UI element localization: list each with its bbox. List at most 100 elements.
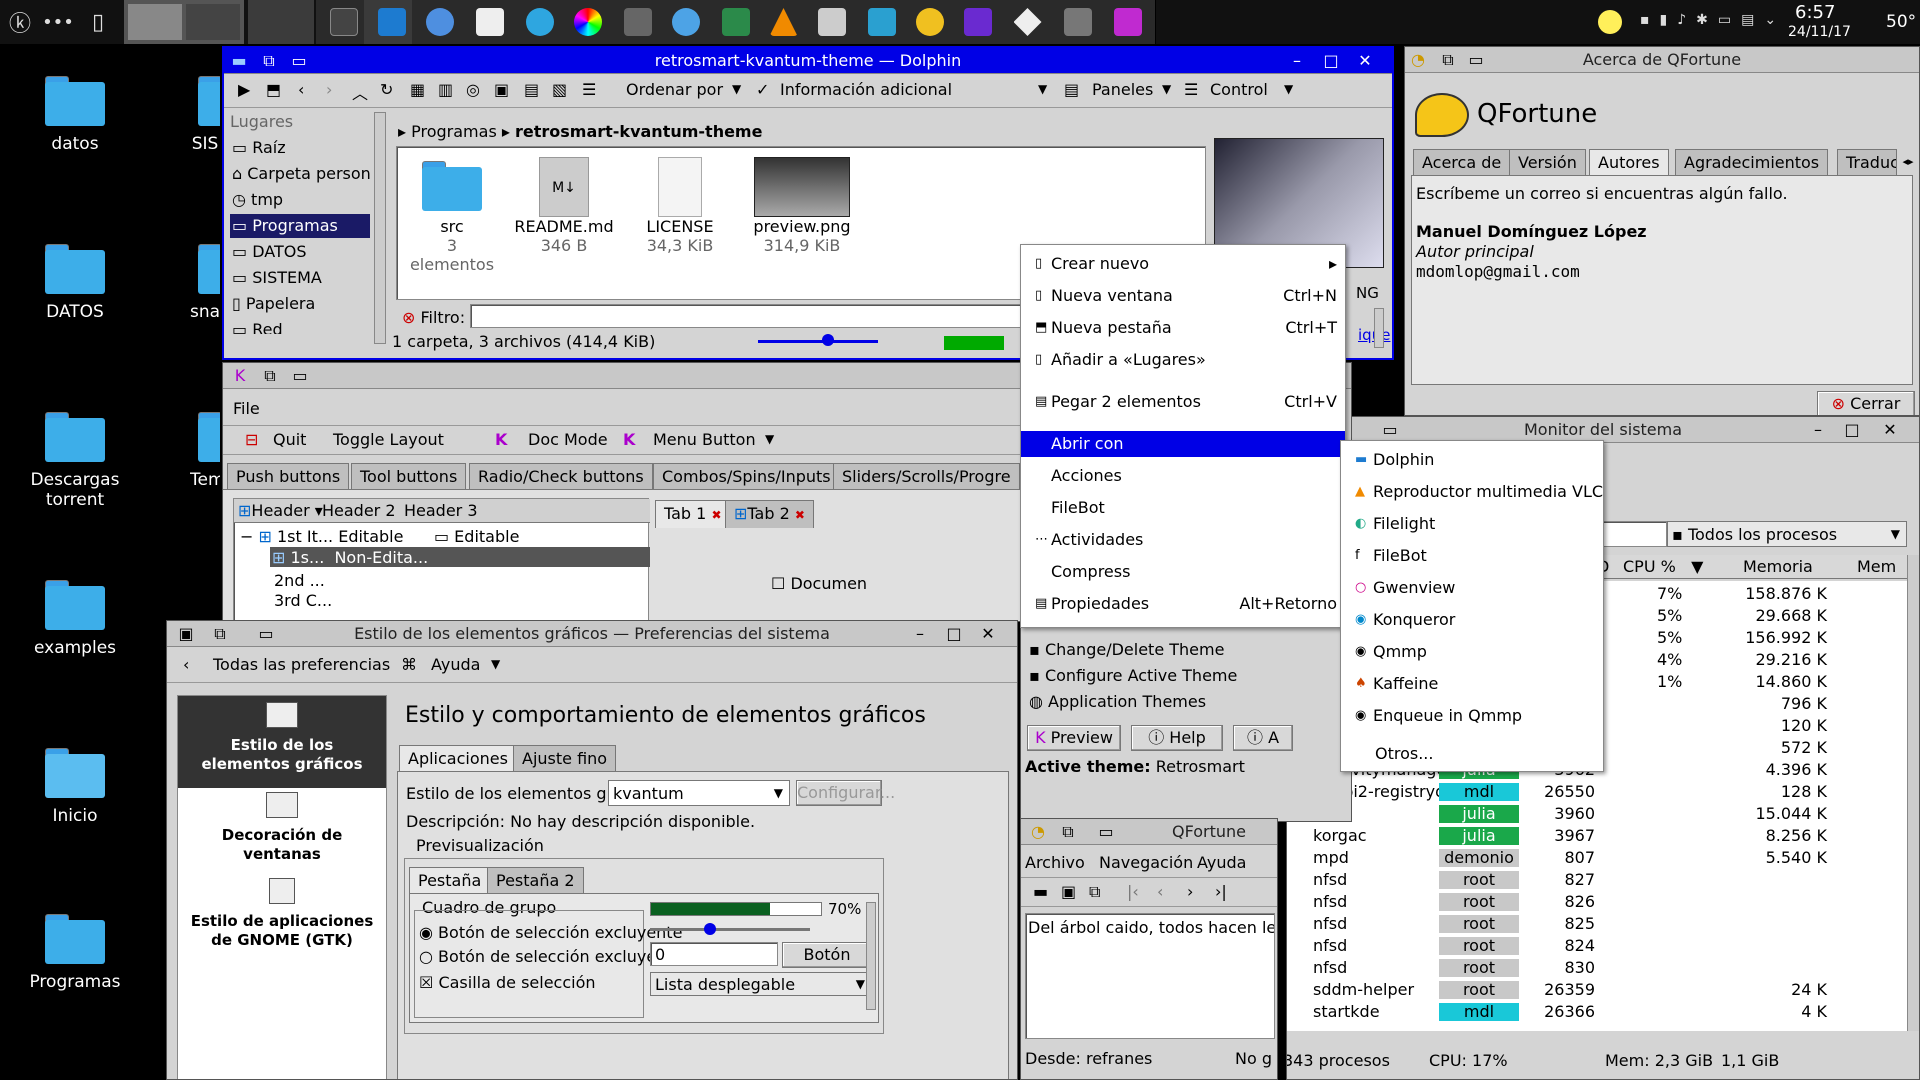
breadcrumb[interactable]: ▸ Programas ▸ retrosmart-kvantum-theme (398, 122, 762, 141)
kvmgr-item-apps[interactable]: ◍ Application Themes (1023, 689, 1273, 715)
table-row[interactable]: kmixjulia396015.044 K (1287, 803, 1907, 825)
menu-ayuda[interactable]: Ayuda (1197, 853, 1246, 872)
weather-icon[interactable] (1598, 10, 1622, 34)
tree-row-selected[interactable]: ⊞ 1s... Non-Edita... (270, 547, 650, 567)
menu-button[interactable]: Menu Button (653, 430, 756, 449)
table-row[interactable]: nfsd root 825 (1287, 913, 1907, 935)
open-with-vlc[interactable]: ▲ Reproductor multimedia VLC (1341, 479, 1603, 505)
titlebar[interactable] (223, 363, 1045, 389)
menu-item-nueva-ventana[interactable]: ▯ Nueva ventana Ctrl+N (1021, 283, 1345, 309)
tab-sliders[interactable]: Sliders/Scrolls/Progre (833, 463, 1020, 490)
task-document[interactable] (462, 0, 518, 44)
col-cpu[interactable]: CPU % ▼ (1623, 558, 1703, 576)
next-icon[interactable]: › (1187, 882, 1193, 901)
pin-icon[interactable]: ⧉ (257, 363, 283, 389)
desktop-icon-examples[interactable]: examples (0, 580, 150, 658)
header-2[interactable]: Header 2 (322, 501, 396, 520)
desktop-icon-sis[interactable]: SIS (190, 76, 220, 154)
task-kvantum-preview[interactable] (950, 0, 1006, 44)
zoom-handle[interactable] (822, 334, 834, 346)
shade-icon[interactable]: ▭ (253, 621, 279, 647)
maximize-icon[interactable]: □ (1318, 48, 1344, 74)
place-papelera[interactable]: ▯ Papelera (232, 294, 315, 313)
tab-autores[interactable]: Autores (1589, 149, 1669, 176)
tab-combos[interactable]: Combos/Spins/Inputs (653, 463, 840, 490)
places-scrollbar[interactable] (374, 112, 386, 344)
menu-item-abrir-con[interactable]: Abrir con (1021, 431, 1345, 457)
clock-date[interactable]: 24/11/17 (1788, 24, 1851, 40)
doc-mode-button[interactable]: Doc Mode (528, 430, 608, 449)
terminal-icon[interactable]: ▶ (238, 80, 250, 99)
titlebar[interactable]: Estilo de los elementos gráficos — Prefe… (167, 621, 1017, 647)
help-menu[interactable]: Ayuda (431, 655, 480, 674)
pager-desktop-2[interactable] (248, 0, 314, 44)
copy-icon[interactable]: ⧉ (1089, 882, 1100, 902)
open-with-konqueror[interactable]: ◉ Konqueror (1341, 607, 1603, 633)
configure-button[interactable]: Configurar... (796, 780, 895, 806)
more-icon[interactable]: ••• (40, 4, 76, 40)
tab-scroll-icon[interactable]: ◂▸ (1897, 149, 1919, 175)
tab-traduc[interactable]: Traduc (1837, 149, 1897, 176)
sort-menu[interactable]: Ordenar por (626, 80, 723, 99)
place-programas[interactable]: ▭ Programas (230, 214, 370, 238)
tab-tool-buttons[interactable]: Tool buttons (351, 463, 467, 490)
maximize-icon[interactable]: □ (941, 621, 967, 647)
place-tmp[interactable]: ◷ tmp (232, 190, 283, 209)
dropdown-icon[interactable]: ▼ (491, 657, 500, 671)
header-1[interactable]: ⊞Header ▾ (238, 501, 323, 520)
close-button[interactable]: ⊗ Cerrar (1817, 391, 1915, 415)
help-button[interactable]: ⓘ Help (1131, 725, 1223, 751)
menu-file[interactable]: File (233, 399, 260, 418)
tray-icons[interactable]: ▪▮♪✱▭▤⌄ (1640, 12, 1786, 28)
task-kvantum[interactable] (1100, 0, 1156, 44)
control-menu[interactable]: Control (1210, 80, 1268, 99)
scrollbar[interactable] (866, 902, 876, 1010)
preview-icon[interactable]: ▣ (494, 80, 509, 99)
shade-icon[interactable]: ▭ (287, 363, 313, 389)
first-icon[interactable]: |‹ (1127, 882, 1139, 901)
menu-item-nueva-pestana[interactable]: ⬒ Nueva pestaña Ctrl+T (1021, 315, 1345, 341)
table-row[interactable]: mpd demonio 807 5.540 K (1287, 847, 1907, 869)
menu-item-anadir-lugares[interactable]: ▯ Añadir a «Lugares» (1021, 347, 1345, 373)
style-combo[interactable]: kvantum ▼ (608, 780, 790, 806)
preview-tab-2[interactable]: Pestaña 2 (487, 867, 584, 894)
desktop-icon-inicio[interactable]: Inicio (0, 748, 150, 826)
task-installer[interactable] (804, 0, 860, 44)
all-preferences-button[interactable]: Todas las preferencias (213, 655, 390, 674)
tree-view[interactable]: ⊞Header ▾ Header 2 Header 3 − ⊞ 1st It..… (233, 498, 650, 621)
category-widget-style[interactable]: Estilo de los elementos gráficos (178, 696, 386, 788)
filter-input[interactable] (470, 304, 1030, 328)
file-item[interactable]: LICENSE 34,3 KiB (625, 157, 735, 255)
list-icon[interactable]: ☰ (582, 80, 596, 99)
file-item[interactable]: M↓ README.md 346 B (509, 157, 619, 255)
table-row[interactable]: korgac julia 3967 8.256 K (1287, 825, 1907, 847)
quit-button[interactable]: Quit (273, 430, 306, 449)
zoom-slider[interactable] (758, 340, 878, 343)
info-scrollbar[interactable] (1374, 308, 1384, 348)
tab-radio-check[interactable]: Radio/Check buttons (469, 463, 653, 490)
col-mem[interactable]: Memoria (1743, 558, 1813, 576)
up-icon[interactable]: ︿ (352, 80, 368, 104)
checkbox[interactable]: ☒ Casilla de selección (419, 973, 596, 992)
menu-item-actividades[interactable]: ⋯ Actividades (1021, 527, 1345, 553)
place-sistema[interactable]: ▭ SISTEMA (232, 268, 322, 287)
minimize-icon[interactable]: – (1284, 48, 1310, 74)
preview-combo[interactable]: Lista desplegable ▼ (650, 972, 872, 996)
split-icon[interactable]: ▤ (524, 80, 539, 99)
tab-aplicaciones[interactable]: Aplicaciones (399, 745, 517, 772)
icons-view-icon[interactable]: ▦ (410, 80, 425, 99)
desktop-icon-tem[interactable]: Tem (190, 412, 220, 490)
shade-icon[interactable]: ▭ (286, 48, 312, 74)
last-icon[interactable]: ›| (1215, 882, 1227, 901)
pin-icon[interactable]: ⧉ (1055, 819, 1081, 845)
minimize-icon[interactable]: – (907, 621, 933, 647)
open-with-qmmp[interactable]: ◉ Qmmp (1341, 639, 1603, 665)
place-red[interactable]: ▭ Red (232, 320, 283, 334)
open-icon[interactable]: ▬ (1033, 882, 1048, 901)
process-filter-combo[interactable]: ▪ Todos los procesos ▼ (1667, 521, 1907, 547)
scrollbar[interactable] (1907, 555, 1919, 1031)
panels-menu[interactable]: Paneles (1092, 80, 1153, 99)
header-3[interactable]: Header 3 (404, 501, 478, 520)
menu-item-acciones[interactable]: Acciones (1021, 463, 1345, 489)
back-icon[interactable]: ‹ (298, 80, 304, 99)
